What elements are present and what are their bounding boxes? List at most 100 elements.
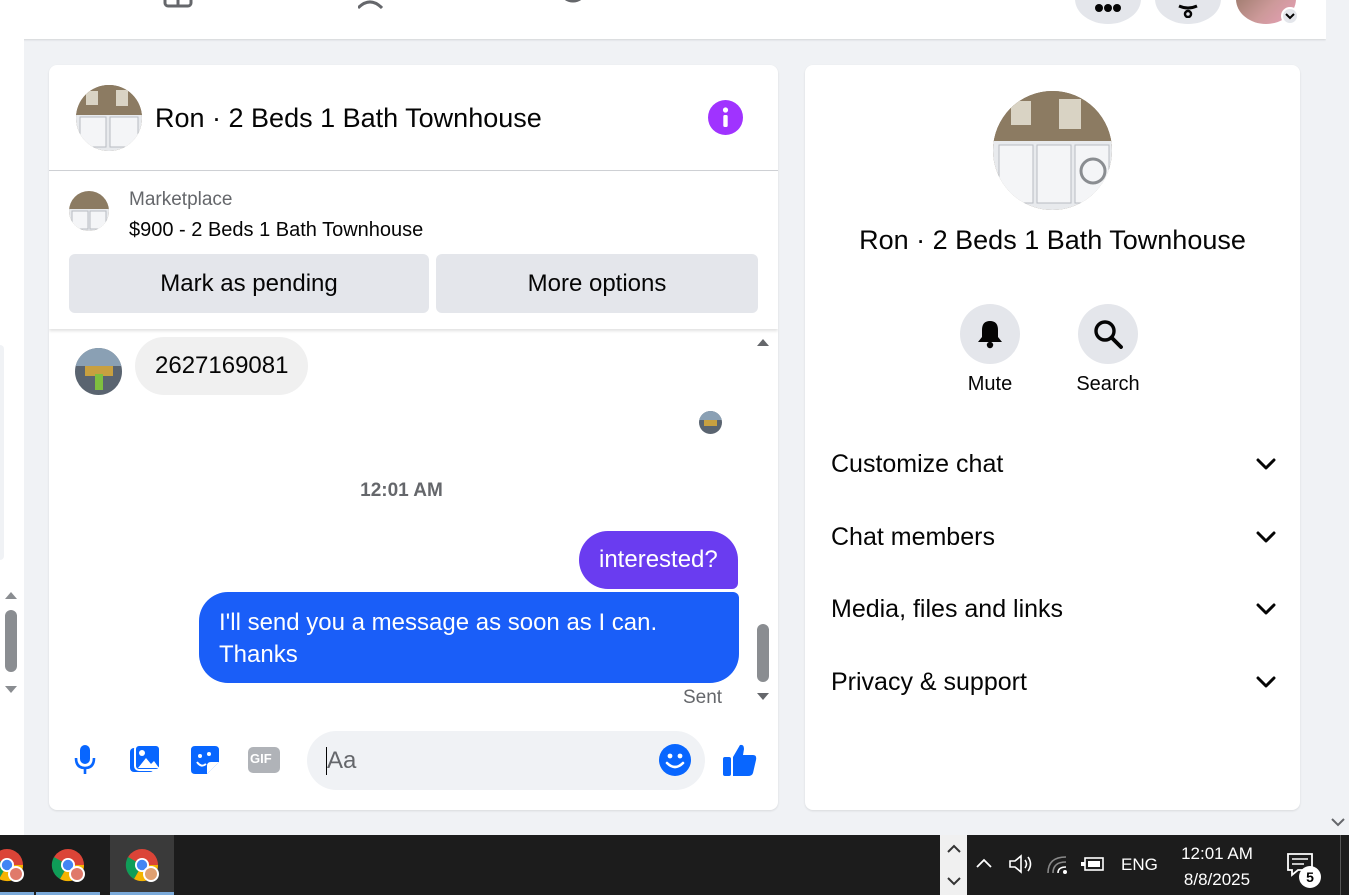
groups-icon[interactable] <box>358 0 388 10</box>
message-composer: GIF <box>49 725 778 799</box>
microphone-icon <box>74 745 96 774</box>
sender-avatar[interactable] <box>75 348 122 395</box>
outgoing-message[interactable]: I'll send you a message as soon as I can… <box>199 592 739 683</box>
scroll-up-arrow-icon[interactable] <box>4 590 18 600</box>
battery-icon[interactable] <box>1081 855 1107 873</box>
taskbar-scroll-area[interactable] <box>940 835 967 895</box>
sticker-icon <box>191 746 219 774</box>
emoji-button[interactable] <box>657 742 693 778</box>
section-label: Privacy & support <box>831 667 1027 696</box>
sticker-button[interactable] <box>187 742 223 778</box>
scroll-down-arrow-icon[interactable] <box>4 685 18 695</box>
bell-icon <box>978 321 1002 349</box>
listing-thumbnail[interactable] <box>69 191 109 231</box>
read-receipt-photo <box>699 411 722 434</box>
more-options-button[interactable]: More options <box>436 254 758 313</box>
marketplace-label: Marketplace <box>129 189 233 210</box>
chat-header: Ron · 2 Beds 1 Bath Townhouse <box>49 65 778 171</box>
chevron-up-icon <box>947 844 961 853</box>
marketplace-listing-card: Marketplace $900 - 2 Beds 1 Bath Townhou… <box>49 172 778 329</box>
marketplace-icon[interactable] <box>163 0 193 10</box>
page-scrollbar[interactable] <box>1326 0 1349 835</box>
grid-menu-icon <box>1095 4 1121 12</box>
message-input[interactable] <box>307 731 705 790</box>
read-receipt-avatar <box>699 411 722 434</box>
section-label: Customize chat <box>831 449 1004 478</box>
chat-scroll-up-icon[interactable] <box>756 337 770 347</box>
laundromat-photo <box>76 85 142 151</box>
photo-gallery-icon <box>130 744 161 772</box>
chat-members-section[interactable]: Chat members <box>831 512 1276 562</box>
chevron-down-icon <box>1256 676 1276 688</box>
search-action[interactable]: Search <box>1058 304 1158 396</box>
chevron-down-icon <box>1285 12 1295 19</box>
top-navigation <box>0 0 1326 39</box>
text-cursor <box>326 747 327 775</box>
show-desktop-button[interactable] <box>1340 835 1349 895</box>
conversation-info-button[interactable] <box>708 100 743 135</box>
thumbs-up-icon <box>723 744 757 776</box>
chevron-down-icon <box>1256 603 1276 615</box>
mute-action[interactable]: Mute <box>940 304 1040 396</box>
gif-button[interactable]: GIF <box>246 742 282 778</box>
info-icon <box>722 107 729 127</box>
mute-button[interactable] <box>960 304 1020 364</box>
volume-icon[interactable] <box>1008 853 1034 875</box>
message-timestamp: 12:01 AM <box>360 480 443 501</box>
message-status: Sent <box>683 687 723 708</box>
taskbar: ENG 12:01 AM 8/8/2025 <box>0 835 1349 895</box>
section-label: Chat members <box>831 522 995 551</box>
listing-photo <box>69 191 109 231</box>
menu-button[interactable] <box>1075 0 1141 24</box>
like-button[interactable] <box>722 742 758 778</box>
message-list: 2627169081 12:01 AM interested? I'll sen… <box>49 335 778 710</box>
profile-avatar[interactable] <box>993 91 1112 210</box>
input-language[interactable]: ENG <box>1121 835 1158 895</box>
chat-panel: Ron · 2 Beds 1 Bath Townhouse Marketplac… <box>49 65 778 810</box>
notification-count-badge: 5 <box>1299 866 1321 888</box>
attach-photo-button[interactable] <box>127 742 163 778</box>
taskbar-chrome-profile-2[interactable] <box>36 835 100 895</box>
gif-label: GIF <box>250 751 272 766</box>
chat-scrollbar-thumb[interactable] <box>757 624 769 682</box>
voice-clip-button[interactable] <box>67 742 103 778</box>
clock-time: 12:01 AM <box>1181 844 1253 863</box>
page-scroll-down-icon[interactable] <box>1330 816 1346 828</box>
show-hidden-icons-icon[interactable] <box>975 857 993 869</box>
chevron-down-icon <box>947 877 961 886</box>
chat-avatar[interactable] <box>76 85 142 151</box>
left-panel-scrollbar[interactable] <box>5 610 17 672</box>
media-files-links-section[interactable]: Media, files and links <box>831 584 1276 634</box>
account-menu-chevron[interactable] <box>1281 7 1299 25</box>
wifi-icon[interactable] <box>1046 853 1070 875</box>
left-panel-gap <box>0 345 4 560</box>
search-label: Search <box>1076 373 1140 395</box>
taskbar-chrome-profile-1[interactable] <box>0 835 34 895</box>
bell-icon <box>1178 4 1198 18</box>
search-button[interactable] <box>1078 304 1138 364</box>
incoming-message[interactable]: 2627169081 <box>135 337 309 395</box>
profile-name: Ron · 2 Beds 1 Bath Townhouse <box>859 225 1246 255</box>
gaming-icon[interactable] <box>558 0 588 10</box>
chevron-down-icon <box>1256 458 1276 470</box>
search-icon <box>1094 320 1123 349</box>
section-label: Media, files and links <box>831 594 1064 623</box>
taskbar-chrome-profile-3[interactable] <box>110 835 174 895</box>
mute-label: Mute <box>967 373 1013 395</box>
privacy-support-section[interactable]: Privacy & support <box>831 657 1276 707</box>
chevron-down-icon <box>1256 531 1276 543</box>
system-clock[interactable]: 12:01 AM 8/8/2025 <box>1176 841 1258 893</box>
sender-photo <box>75 348 122 395</box>
chrome-icon <box>125 849 159 882</box>
chat-scroll-down-icon[interactable] <box>756 692 770 702</box>
smiley-icon <box>659 744 691 776</box>
notifications-button[interactable] <box>1155 0 1221 24</box>
listing-title[interactable]: $900 - 2 Beds 1 Bath Townhouse <box>129 219 423 242</box>
customize-chat-section[interactable]: Customize chat <box>831 439 1276 489</box>
conversation-info-panel: Ron · 2 Beds 1 Bath Townhouse Mute Searc… <box>805 65 1300 810</box>
clock-date: 8/8/2025 <box>1183 870 1251 889</box>
chat-title[interactable]: Ron · 2 Beds 1 Bath Townhouse <box>155 103 542 134</box>
mark-as-pending-button[interactable]: Mark as pending <box>69 254 429 313</box>
laundromat-photo-large <box>993 91 1112 210</box>
outgoing-message[interactable]: interested? <box>579 531 738 589</box>
